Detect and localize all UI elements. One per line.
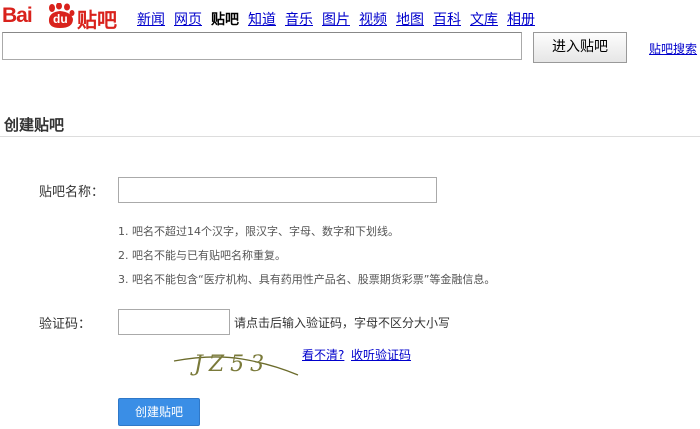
- nav-item-map[interactable]: 地图: [396, 12, 424, 28]
- nav-item-wenku[interactable]: 文库: [470, 12, 498, 28]
- nav-item-album[interactable]: 相册: [507, 12, 535, 28]
- nav-item-images[interactable]: 图片: [322, 12, 350, 28]
- logo-text-tieba: 贴吧: [77, 8, 117, 32]
- verification-code-label: 验证码：: [39, 317, 92, 332]
- nav-item-baike[interactable]: 百科: [433, 12, 461, 28]
- nav-item-news[interactable]: 新闻: [137, 12, 165, 28]
- verification-code-hint: 请点击后输入验证码，字母不区分大小写: [234, 316, 451, 330]
- nav-item-music[interactable]: 音乐: [285, 12, 313, 28]
- rule-item: 3. 吧名不能包含“医疗机构、具有药用性产品名、股票期货彩票”等金融信息。: [118, 273, 496, 286]
- tieba-name-label: 贴吧名称：: [39, 185, 105, 200]
- nav-item-web[interactable]: 网页: [174, 12, 202, 28]
- tieba-name-input[interactable]: [118, 177, 437, 203]
- logo-text-bai: Bai: [2, 4, 33, 27]
- top-nav: 新闻 网页 贴吧 知道 音乐 图片 视频 地图 百科 文库 相册: [137, 9, 544, 29]
- page-title: 创建贴吧: [4, 116, 65, 134]
- enter-tieba-button[interactable]: 进入贴吧: [533, 32, 627, 63]
- captcha-image[interactable]: JZ53: [172, 345, 300, 379]
- rule-item: 1. 吧名不超过14个汉字，限汉字、字母、数字和下划线。: [118, 225, 399, 238]
- nav-item-video[interactable]: 视频: [359, 12, 387, 28]
- search-input[interactable]: [2, 32, 522, 60]
- create-tieba-button[interactable]: 创建贴吧: [118, 398, 200, 426]
- nav-item-tieba: 贴吧: [211, 12, 239, 28]
- nav-item-zhidao[interactable]: 知道: [248, 12, 276, 28]
- captcha-text: JZ53: [190, 352, 270, 377]
- refresh-captcha-link[interactable]: 看不清?: [302, 346, 344, 363]
- audio-captcha-link[interactable]: 收听验证码: [351, 346, 411, 363]
- name-rules: 1. 吧名不超过14个汉字，限汉字、字母、数字和下划线。 2. 吧名不能与已有贴…: [118, 220, 495, 292]
- tieba-search-link[interactable]: 贴吧搜索: [649, 40, 697, 57]
- verification-code-input[interactable]: [118, 309, 230, 335]
- title-divider: [0, 136, 700, 137]
- logo-text-du: du: [53, 12, 68, 26]
- rule-item: 2. 吧名不能与已有贴吧名称重复。: [118, 249, 286, 262]
- baidu-tieba-logo[interactable]: Bai du 贴吧: [2, 3, 120, 32]
